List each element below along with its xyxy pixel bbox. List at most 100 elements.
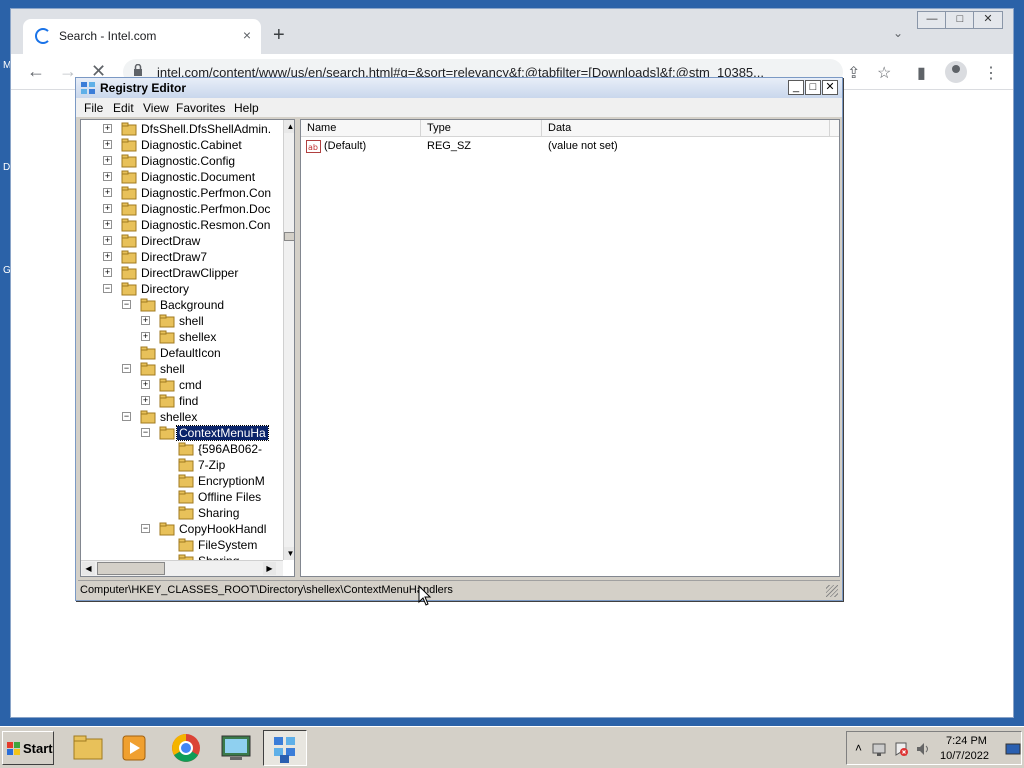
tree-item[interactable]: + Diagnostic.Cabinet <box>81 137 281 153</box>
expand-plus-icon[interactable]: + <box>103 236 112 245</box>
chrome-close-button[interactable]: ✕ <box>973 11 1003 29</box>
menu-file[interactable]: File <box>84 101 103 115</box>
menu-edit[interactable]: Edit <box>113 101 134 115</box>
title-bar[interactable]: Registry Editor _ □ ✕ <box>76 78 842 98</box>
expand-plus-icon[interactable]: + <box>141 396 150 405</box>
scroll-right-arrow-icon[interactable]: ▶ <box>263 562 276 575</box>
collapse-minus-icon[interactable]: − <box>141 428 150 437</box>
action-center-warning-icon[interactable] <box>893 741 909 757</box>
tray-expand-icon[interactable]: ˄ <box>855 741 862 755</box>
start-button[interactable]: Start <box>2 731 54 765</box>
column-name[interactable]: Name <box>301 120 421 137</box>
scroll-down-arrow-icon[interactable]: ▼ <box>284 547 294 560</box>
tree-item[interactable]: + DirectDraw7 <box>81 249 281 265</box>
tree-item[interactable]: DefaultIcon <box>81 345 281 361</box>
window-title: Registry Editor <box>100 81 187 95</box>
tab-close-icon[interactable]: × <box>243 27 251 43</box>
tree-item[interactable]: − shellex <box>81 409 281 425</box>
tree-item[interactable]: + Diagnostic.Perfmon.Con <box>81 185 281 201</box>
resize-grip-icon[interactable] <box>826 585 838 597</box>
tree-item[interactable]: + DirectDraw <box>81 233 281 249</box>
tree-item[interactable]: − Directory <box>81 281 281 297</box>
tab-search-icon[interactable]: ⌄ <box>893 26 903 40</box>
tree-item[interactable]: + Diagnostic.Resmon.Con <box>81 217 281 233</box>
expand-plus-icon[interactable]: + <box>103 252 112 261</box>
menu-help[interactable]: Help <box>234 101 259 115</box>
scroll-left-arrow-icon[interactable]: ◀ <box>82 562 95 575</box>
tree-vertical-scrollbar[interactable]: ▲ ▼ <box>283 120 294 560</box>
minimize-button[interactable]: _ <box>788 80 804 95</box>
column-type[interactable]: Type <box>421 120 542 137</box>
expand-plus-icon[interactable]: + <box>103 172 112 181</box>
tree-item[interactable]: + Diagnostic.Perfmon.Doc <box>81 201 281 217</box>
taskbar-chrome[interactable] <box>164 730 208 766</box>
scroll-thumb[interactable] <box>97 562 165 575</box>
tree-item[interactable]: + Diagnostic.Config <box>81 153 281 169</box>
tree-item[interactable]: + find <box>81 393 281 409</box>
maximize-button[interactable]: □ <box>805 80 821 95</box>
expand-plus-icon[interactable]: + <box>103 124 112 133</box>
registry-key-tree[interactable]: + DfsShell.DfsShellAdmin. + Diagnostic.Cabi… <box>80 119 295 577</box>
expand-plus-icon[interactable]: + <box>103 204 112 213</box>
chrome-menu-icon[interactable]: ⋮ <box>983 63 999 83</box>
tree-item[interactable]: EncryptionM <box>81 473 281 489</box>
tree-item[interactable]: Sharing <box>81 505 281 521</box>
network-icon[interactable] <box>871 741 887 757</box>
new-tab-button[interactable]: + <box>273 24 285 47</box>
tree-item[interactable]: {596AB062- <box>81 441 281 457</box>
expand-plus-icon[interactable]: + <box>103 268 112 277</box>
tree-item[interactable]: + shellex <box>81 329 281 345</box>
tree-item[interactable]: FileSystem <box>81 537 281 553</box>
side-panel-icon[interactable]: ▮ <box>917 63 926 83</box>
tree-item[interactable]: + shell <box>81 313 281 329</box>
list-item[interactable]: ab (Default) REG_SZ (value not set) <box>301 139 839 155</box>
taskbar-media-player[interactable] <box>112 730 156 766</box>
expand-plus-icon[interactable]: + <box>141 380 150 389</box>
show-desktop-icon[interactable] <box>1005 741 1021 757</box>
expand-plus-icon[interactable]: + <box>103 220 112 229</box>
expand-plus-icon[interactable]: + <box>103 140 112 149</box>
tree-item[interactable]: + DfsShell.DfsShellAdmin. <box>81 121 281 137</box>
expand-plus-icon[interactable]: + <box>141 332 150 341</box>
expand-plus-icon[interactable]: + <box>141 316 150 325</box>
chrome-minimize-button[interactable]: — <box>917 11 947 29</box>
collapse-minus-icon[interactable]: − <box>122 364 131 373</box>
tree-item[interactable]: + cmd <box>81 377 281 393</box>
collapse-minus-icon[interactable]: − <box>141 524 150 533</box>
back-button[interactable]: ← <box>27 61 45 82</box>
tree-item[interactable]: − CopyHookHandl <box>81 521 281 537</box>
tree-item[interactable]: − shell <box>81 361 281 377</box>
chrome-maximize-button[interactable]: □ <box>945 11 975 29</box>
bookmark-star-icon[interactable]: ☆ <box>877 63 891 83</box>
browser-tab[interactable]: Search - Intel.com × <box>23 19 261 54</box>
taskbar-file-explorer[interactable] <box>66 730 110 766</box>
tree-item[interactable]: 7-Zip <box>81 457 281 473</box>
tree-item[interactable]: + Diagnostic.Document <box>81 169 281 185</box>
share-icon[interactable]: ⇪ <box>847 63 860 83</box>
tree-item[interactable]: Offline Files <box>81 489 281 505</box>
collapse-minus-icon[interactable]: − <box>103 284 112 293</box>
profile-avatar[interactable] <box>945 61 967 83</box>
close-button[interactable]: ✕ <box>822 80 838 95</box>
scroll-thumb[interactable] <box>284 232 294 241</box>
tree-item[interactable]: − Background <box>81 297 281 313</box>
column-data[interactable]: Data <box>542 120 830 137</box>
expand-plus-icon[interactable]: + <box>103 188 112 197</box>
scroll-up-arrow-icon[interactable]: ▲ <box>284 120 294 133</box>
volume-icon[interactable] <box>915 741 931 757</box>
collapse-minus-icon[interactable]: − <box>122 412 131 421</box>
tree-horizontal-scrollbar[interactable]: ◀ ▶ <box>81 560 283 576</box>
clock-date[interactable]: 10/7/2022 <box>940 750 989 762</box>
tree-item-label: EncryptionM <box>198 474 265 488</box>
collapse-minus-icon[interactable]: − <box>122 300 131 309</box>
tree-item[interactable]: + DirectDrawClipper <box>81 265 281 281</box>
taskbar-remote-desktop[interactable] <box>214 730 258 766</box>
menu-favorites[interactable]: Favorites <box>176 101 225 115</box>
registry-values-list[interactable]: Name Type Data ab (Default) REG_SZ (valu… <box>300 119 840 577</box>
menu-view[interactable]: View <box>143 101 169 115</box>
taskbar-registry-editor[interactable] <box>263 730 307 766</box>
tree-item-label: Offline Files <box>198 490 262 504</box>
clock-time[interactable]: 7:24 PM <box>946 735 987 747</box>
expand-plus-icon[interactable]: + <box>103 156 112 165</box>
tree-item[interactable]: − ContextMenuHa <box>81 425 281 441</box>
